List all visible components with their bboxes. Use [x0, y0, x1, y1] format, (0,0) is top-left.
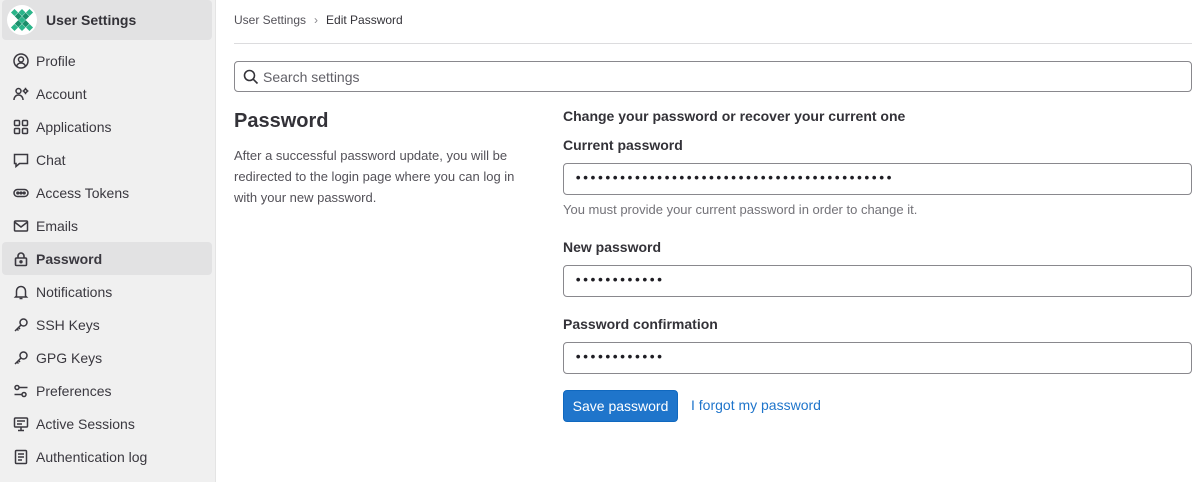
token-icon [12, 184, 30, 202]
sidebar-item-label: Chat [36, 151, 66, 168]
sidebar-item-preferences[interactable]: Preferences [2, 374, 212, 407]
current-password-label: Current password [563, 137, 683, 153]
sidebar-item-applications[interactable]: Applications [2, 110, 212, 143]
search-icon [243, 69, 259, 85]
forgot-password-link[interactable]: I forgot my password [691, 397, 821, 413]
sidebar-item-label: Profile [36, 52, 76, 69]
search-box[interactable] [234, 61, 1192, 92]
monitor-icon [12, 415, 30, 433]
sidebar-item-notifications[interactable]: Notifications [2, 275, 212, 308]
section-description: After a successful password update, you … [234, 148, 515, 205]
sidebar-item-ssh-keys[interactable]: SSH Keys [2, 308, 212, 341]
sidebar-item-authentication-log[interactable]: Authentication log [2, 440, 212, 473]
mail-icon [12, 217, 30, 235]
sidebar-item-chat[interactable]: Chat [2, 143, 212, 176]
current-password-help: You must provide your current password i… [563, 202, 918, 217]
sidebar-item-label: Emails [36, 217, 79, 234]
bell-icon [12, 283, 30, 301]
sidebar-item-profile[interactable]: Profile [2, 44, 212, 77]
key-icon [12, 349, 30, 367]
sidebar-item-label: Notifications [36, 283, 113, 300]
sidebar-item-label: SSH Keys [36, 316, 100, 333]
password-confirmation-field[interactable] [563, 342, 1192, 374]
current-password-field[interactable] [563, 163, 1192, 195]
breadcrumb: User Settings › Edit Password [234, 13, 403, 27]
sidebar-header[interactable]: User Settings [2, 0, 212, 40]
breadcrumb-current[interactable]: Edit Password [326, 13, 403, 27]
log-icon [12, 448, 30, 466]
sidebar-item-label: GPG Keys [36, 349, 103, 366]
sidebar-item-label: Active Sessions [36, 415, 135, 432]
sidebar-item-emails[interactable]: Emails [2, 209, 212, 242]
chevron-right-icon: › [314, 13, 319, 27]
account-icon [12, 85, 30, 103]
new-password-field[interactable] [563, 265, 1192, 297]
breadcrumb-parent-link[interactable]: User Settings [234, 13, 306, 27]
sidebar-title: User Settings [46, 12, 137, 28]
preferences-icon [12, 382, 30, 400]
lock-icon [12, 250, 30, 268]
form-intro: Change your password or recover your cur… [563, 108, 906, 124]
sidebar-item-account[interactable]: Account [2, 77, 212, 110]
applications-icon [12, 118, 30, 136]
sidebar-item-label: Access Tokens [36, 184, 130, 201]
profile-icon [12, 52, 30, 70]
sidebar-item-label: Preferences [36, 382, 112, 399]
sidebar-item-label: Authentication log [36, 448, 148, 465]
sidebar-item-access-tokens[interactable]: Access Tokens [2, 176, 212, 209]
search-input[interactable] [263, 68, 1191, 85]
password-confirmation-label: Password confirmation [563, 316, 718, 332]
sidebar-item-active-sessions[interactable]: Active Sessions [2, 407, 212, 440]
sidebar-item-label: Applications [36, 118, 112, 135]
sidebar-item-label: Account [36, 85, 87, 102]
settings-nav: Profile Account Applications Chat Access… [0, 44, 216, 473]
save-password-button[interactable]: Save password [563, 390, 678, 422]
sidebar-item-gpg-keys[interactable]: GPG Keys [2, 341, 212, 374]
page-title: Password [234, 110, 329, 132]
new-password-label: New password [563, 239, 662, 255]
key-icon [12, 316, 30, 334]
avatar [7, 5, 37, 35]
sidebar: User Settings Profile Account Applicatio… [0, 0, 216, 482]
sidebar-item-password[interactable]: Password [2, 242, 212, 275]
header-divider [234, 43, 1192, 44]
chat-icon [12, 151, 30, 169]
sidebar-item-label: Password [36, 250, 103, 267]
